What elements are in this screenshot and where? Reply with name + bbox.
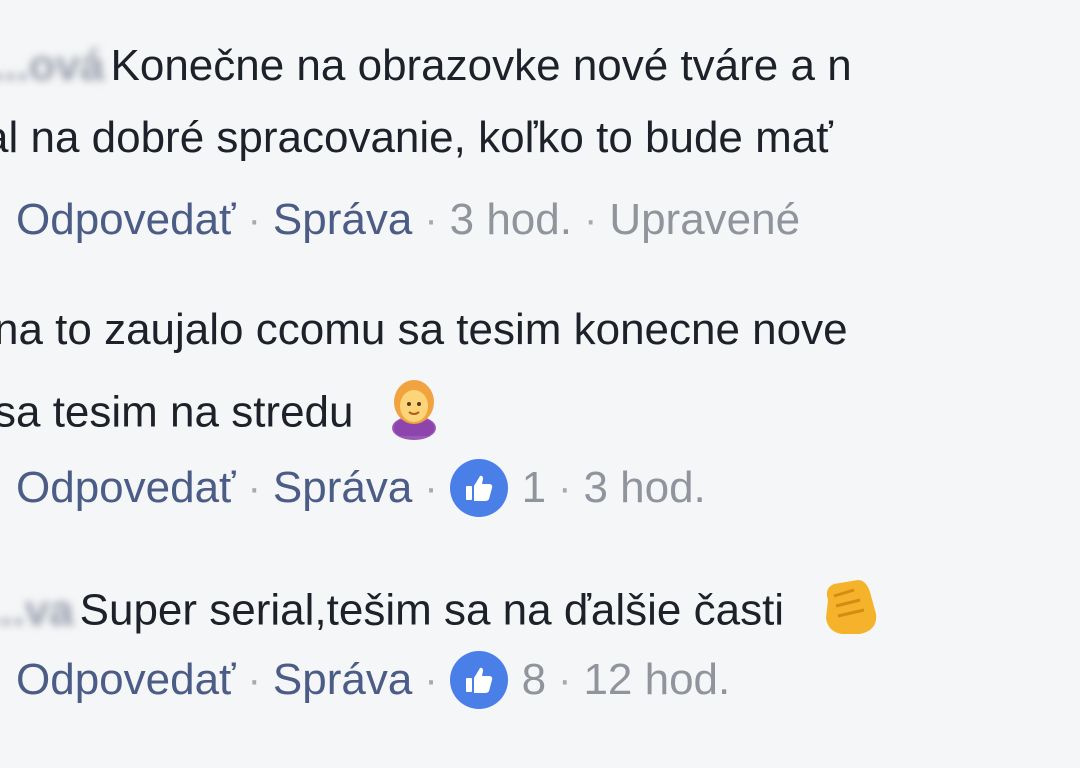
woman-raising-hand-emoji	[384, 376, 444, 454]
message-button[interactable]: Správa	[273, 460, 412, 516]
separator: ·	[424, 658, 438, 702]
reply-button[interactable]: Odpovedať	[16, 460, 236, 516]
reply-button[interactable]: Odpovedať	[16, 192, 236, 248]
timestamp[interactable]: 3 hod.	[450, 192, 572, 248]
like-count[interactable]: 1	[522, 460, 546, 516]
separator: ·	[247, 658, 261, 702]
separator: ·	[424, 198, 438, 242]
comment-1-line-2: al na dobré spracovanie, koľko to bude m…	[0, 110, 833, 166]
comment-2-text-2: sa tesim na stredu	[0, 387, 354, 437]
comment-2-text-1: na to zaujalo ccomu sa tesim konecne nov…	[0, 305, 848, 354]
comment-3-actions: Odpovedať · Správa · 8 · 12 hod.	[16, 651, 730, 709]
edited-label[interactable]: Upravené	[609, 192, 800, 248]
separator: ·	[247, 198, 261, 242]
separator: ·	[424, 466, 438, 510]
comment-1-text-2: al na dobré spracovanie, koľko to bude m…	[0, 113, 833, 162]
comment-1-line-1: ...ová Konečne na obrazovke nové tváre a …	[0, 38, 852, 94]
separator: ·	[558, 658, 572, 702]
comment-3-author[interactable]: ...va	[0, 586, 74, 635]
comment-2-line-1: na to zaujalo ccomu sa tesim konecne nov…	[0, 302, 848, 358]
timestamp[interactable]: 12 hod.	[583, 652, 730, 708]
comment-1-text-1: Konečne na obrazovke nové tváre a n	[110, 41, 852, 90]
comment-1-author[interactable]: ...ová	[0, 41, 105, 90]
separator: ·	[247, 466, 261, 510]
clapping-hands-emoji	[814, 570, 886, 656]
separator: ·	[558, 466, 572, 510]
like-icon[interactable]	[449, 459, 508, 517]
comment-1-actions: Odpovedať · Správa · 3 hod. · Upravené	[16, 192, 800, 248]
like-count[interactable]: 8	[522, 652, 546, 708]
message-button[interactable]: Správa	[273, 652, 412, 708]
message-button[interactable]: Správa	[273, 192, 412, 248]
like-icon[interactable]	[449, 651, 508, 709]
reply-button[interactable]: Odpovedať	[16, 652, 236, 708]
separator: ·	[583, 198, 598, 242]
comment-3-line-1: ...vaSuper serial,tešim sa na ďalšie čas…	[0, 570, 886, 635]
timestamp[interactable]: 3 hod.	[583, 460, 705, 516]
comment-2-line-2: sa tesim na stredu	[0, 376, 444, 440]
comment-3-text-1: Super serial,tešim sa na ďalšie časti	[79, 585, 785, 635]
comment-2-actions: Odpovedať · Správa · 1 · 3 hod.	[16, 459, 706, 517]
